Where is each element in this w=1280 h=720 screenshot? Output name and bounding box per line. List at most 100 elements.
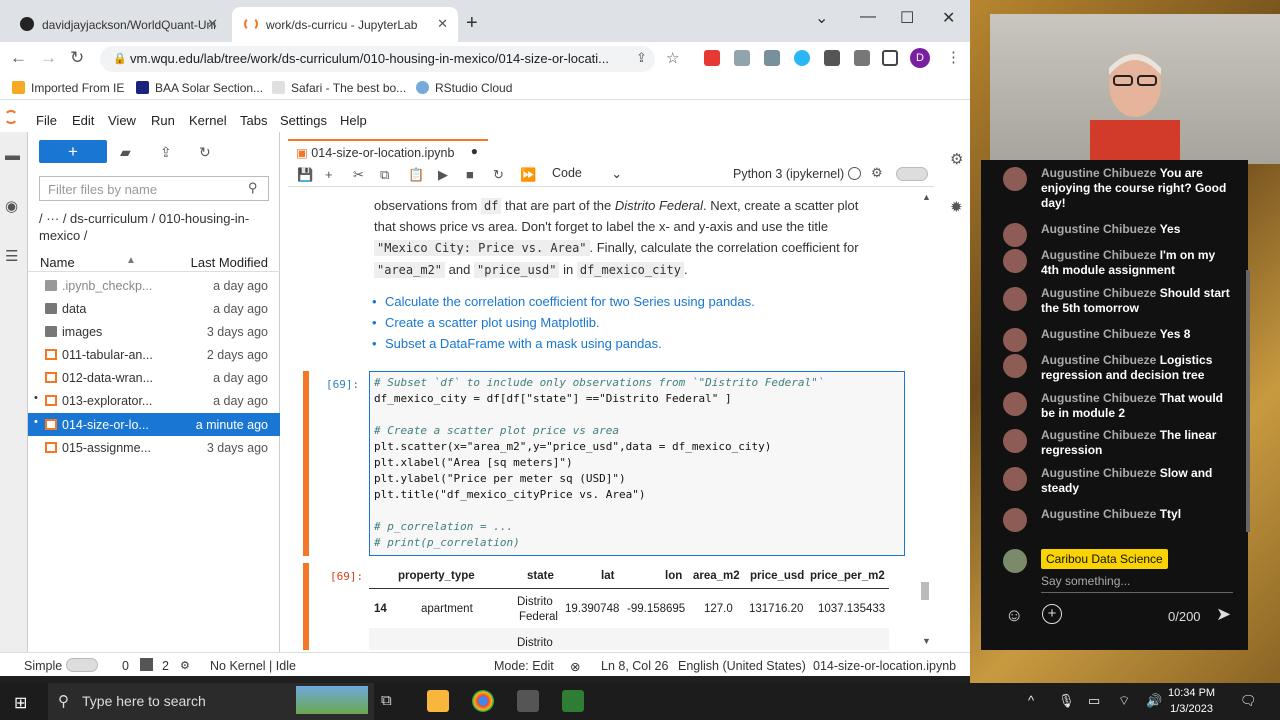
- cursor-position[interactable]: Ln 8, Col 26: [601, 659, 668, 673]
- save-icon[interactable]: 💾: [297, 167, 313, 183]
- file-row[interactable]: data a day ago: [28, 297, 280, 320]
- bug-icon[interactable]: ⚙: [871, 165, 883, 181]
- browser-tab-jupyterlab[interactable]: work/ds-curricu - JupyterLab ✕: [232, 7, 458, 42]
- upload-icon[interactable]: ⇪: [160, 144, 172, 161]
- scrollbar-thumb[interactable]: [921, 582, 929, 600]
- kernel-status[interactable]: No Kernel | Idle: [210, 659, 296, 673]
- insert-cell-icon[interactable]: +: [325, 167, 333, 182]
- taskbar-clock[interactable]: 10:34 PM 1/3/2023: [1168, 685, 1215, 717]
- stop-icon[interactable]: ■: [466, 167, 474, 182]
- volume-icon[interactable]: 🔊: [1146, 693, 1162, 709]
- reload-icon[interactable]: ↻: [70, 48, 84, 68]
- notebook-tab[interactable]: ▣ 014-size-or-location.ipynb ●: [288, 139, 488, 163]
- new-launcher-button[interactable]: +: [39, 140, 107, 163]
- notifications-icon[interactable]: 🗨: [1240, 693, 1257, 709]
- profile-avatar[interactable]: D: [910, 48, 930, 68]
- run-all-icon[interactable]: ⏩: [520, 167, 536, 183]
- maximize-button[interactable]: ☐: [900, 8, 914, 28]
- menu-run[interactable]: Run: [151, 113, 175, 128]
- menu-view[interactable]: View: [108, 113, 136, 128]
- debugger-icon[interactable]: ✹: [950, 198, 963, 216]
- menu-settings[interactable]: Settings: [280, 113, 327, 128]
- bookmark-item[interactable]: RStudio Cloud: [416, 81, 512, 95]
- cut-icon[interactable]: ✂: [353, 167, 364, 183]
- file-explorer-icon[interactable]: [427, 690, 449, 712]
- refresh-icon[interactable]: ↻: [199, 144, 211, 161]
- url-field[interactable]: vm.wqu.edu/lab/tree/work/ds-curriculum/0…: [100, 46, 655, 72]
- new-tab-button[interactable]: +: [466, 12, 478, 35]
- kebab-menu-icon[interactable]: ⋮: [946, 48, 961, 66]
- unsaved-dot-icon[interactable]: ●: [471, 144, 478, 158]
- share-icon[interactable]: ⇪: [636, 50, 647, 66]
- menu-kernel[interactable]: Kernel: [189, 113, 227, 128]
- windows-start-icon[interactable]: ⊞: [14, 693, 27, 713]
- new-folder-icon[interactable]: ▰: [120, 144, 131, 161]
- running-icon[interactable]: ◉: [5, 197, 18, 215]
- chat-scrollbar[interactable]: [1246, 270, 1250, 532]
- chrome-icon[interactable]: [472, 690, 494, 712]
- property-inspector-icon[interactable]: ⚙: [950, 150, 963, 168]
- extension-icon[interactable]: [794, 50, 810, 66]
- terminal-icon[interactable]: [140, 658, 153, 671]
- battery-icon[interactable]: ▭: [1088, 693, 1100, 709]
- excel-icon[interactable]: [562, 690, 584, 712]
- breadcrumb[interactable]: / ··· / ds-curriculum / 010-housing-in-m…: [39, 210, 275, 244]
- modified-column-header[interactable]: Last Modified: [191, 255, 268, 270]
- extension-icon[interactable]: [764, 50, 780, 66]
- star-icon[interactable]: ☆: [666, 49, 679, 67]
- microphone-icon[interactable]: 🎙: [1058, 693, 1075, 709]
- lock-icon[interactable]: 🔒: [113, 52, 127, 65]
- paste-icon[interactable]: 📋: [408, 167, 424, 183]
- code-editor[interactable]: # Subset `df` to include only observatio…: [369, 371, 905, 556]
- app-icon[interactable]: [517, 690, 539, 712]
- puzzle-icon[interactable]: [824, 50, 840, 66]
- file-row[interactable]: • 013-explorator... a day ago: [28, 389, 280, 412]
- close-tab-icon[interactable]: ✕: [437, 16, 448, 32]
- send-icon[interactable]: ➤: [1216, 604, 1231, 625]
- debugger-toggle[interactable]: [896, 167, 928, 181]
- minimize-button[interactable]: —: [860, 8, 876, 26]
- doc-link[interactable]: Calculate the correlation coefficient fo…: [372, 294, 755, 309]
- menu-help[interactable]: Help: [340, 113, 367, 128]
- language[interactable]: English (United States): [678, 659, 806, 673]
- doc-link[interactable]: Subset a DataFrame with a mask using pan…: [372, 336, 662, 351]
- chat-input[interactable]: Say something...: [1041, 574, 1130, 588]
- bookmark-item[interactable]: Safari - The best bo...: [272, 81, 406, 95]
- menu-file[interactable]: File: [36, 113, 57, 128]
- forward-icon[interactable]: →: [40, 48, 57, 68]
- reading-list-icon[interactable]: [854, 50, 870, 66]
- bookmark-item[interactable]: BAA Solar Section...: [136, 81, 263, 95]
- side-panel-icon[interactable]: [882, 50, 898, 66]
- filter-files-input[interactable]: Filter files by name: [39, 176, 269, 201]
- scroll-up-icon[interactable]: ▲: [922, 192, 931, 202]
- extension-icon[interactable]: [734, 50, 750, 66]
- menu-edit[interactable]: Edit: [72, 113, 94, 128]
- file-row-selected[interactable]: • 014-size-or-lo... a minute ago: [28, 413, 280, 436]
- toc-icon[interactable]: ☰: [5, 247, 18, 265]
- back-icon[interactable]: ←: [10, 48, 27, 68]
- name-column-header[interactable]: Name: [40, 255, 75, 270]
- task-view-icon[interactable]: ⧉: [381, 692, 392, 709]
- cell-type-select[interactable]: Code ⌄: [545, 165, 630, 184]
- tab-search-icon[interactable]: ⌄: [815, 8, 828, 28]
- sort-caret-icon[interactable]: ▲: [126, 255, 136, 266]
- file-row[interactable]: .ipynb_checkp... a day ago: [28, 274, 280, 297]
- file-row[interactable]: images 3 days ago: [28, 320, 280, 343]
- scroll-down-icon[interactable]: ▼: [922, 636, 931, 646]
- doc-link[interactable]: Create a scatter plot using Matplotlib.: [372, 315, 600, 330]
- browser-tab-github[interactable]: davidjayjackson/WorldQuant-Uni ✕: [8, 7, 228, 42]
- add-icon[interactable]: +: [1042, 604, 1062, 624]
- file-row[interactable]: 012-data-wran... a day ago: [28, 366, 280, 389]
- simple-mode-toggle[interactable]: [66, 658, 98, 672]
- close-tab-icon[interactable]: ✕: [207, 16, 218, 32]
- file-row[interactable]: 015-assignme... 3 days ago: [28, 436, 280, 459]
- kernel-name[interactable]: Python 3 (ipykernel): [733, 167, 844, 181]
- shield-icon[interactable]: ⊗: [570, 659, 580, 674]
- pocket-icon[interactable]: [704, 50, 720, 66]
- restart-icon[interactable]: ↻: [493, 167, 504, 183]
- file-row[interactable]: 011-tabular-an... 2 days ago: [28, 343, 280, 366]
- kernel-icon[interactable]: ⚙: [180, 659, 190, 672]
- run-icon[interactable]: ▶: [438, 167, 448, 183]
- bookmark-item[interactable]: Imported From IE: [12, 81, 124, 95]
- wifi-icon[interactable]: ⌔: [1118, 693, 1130, 709]
